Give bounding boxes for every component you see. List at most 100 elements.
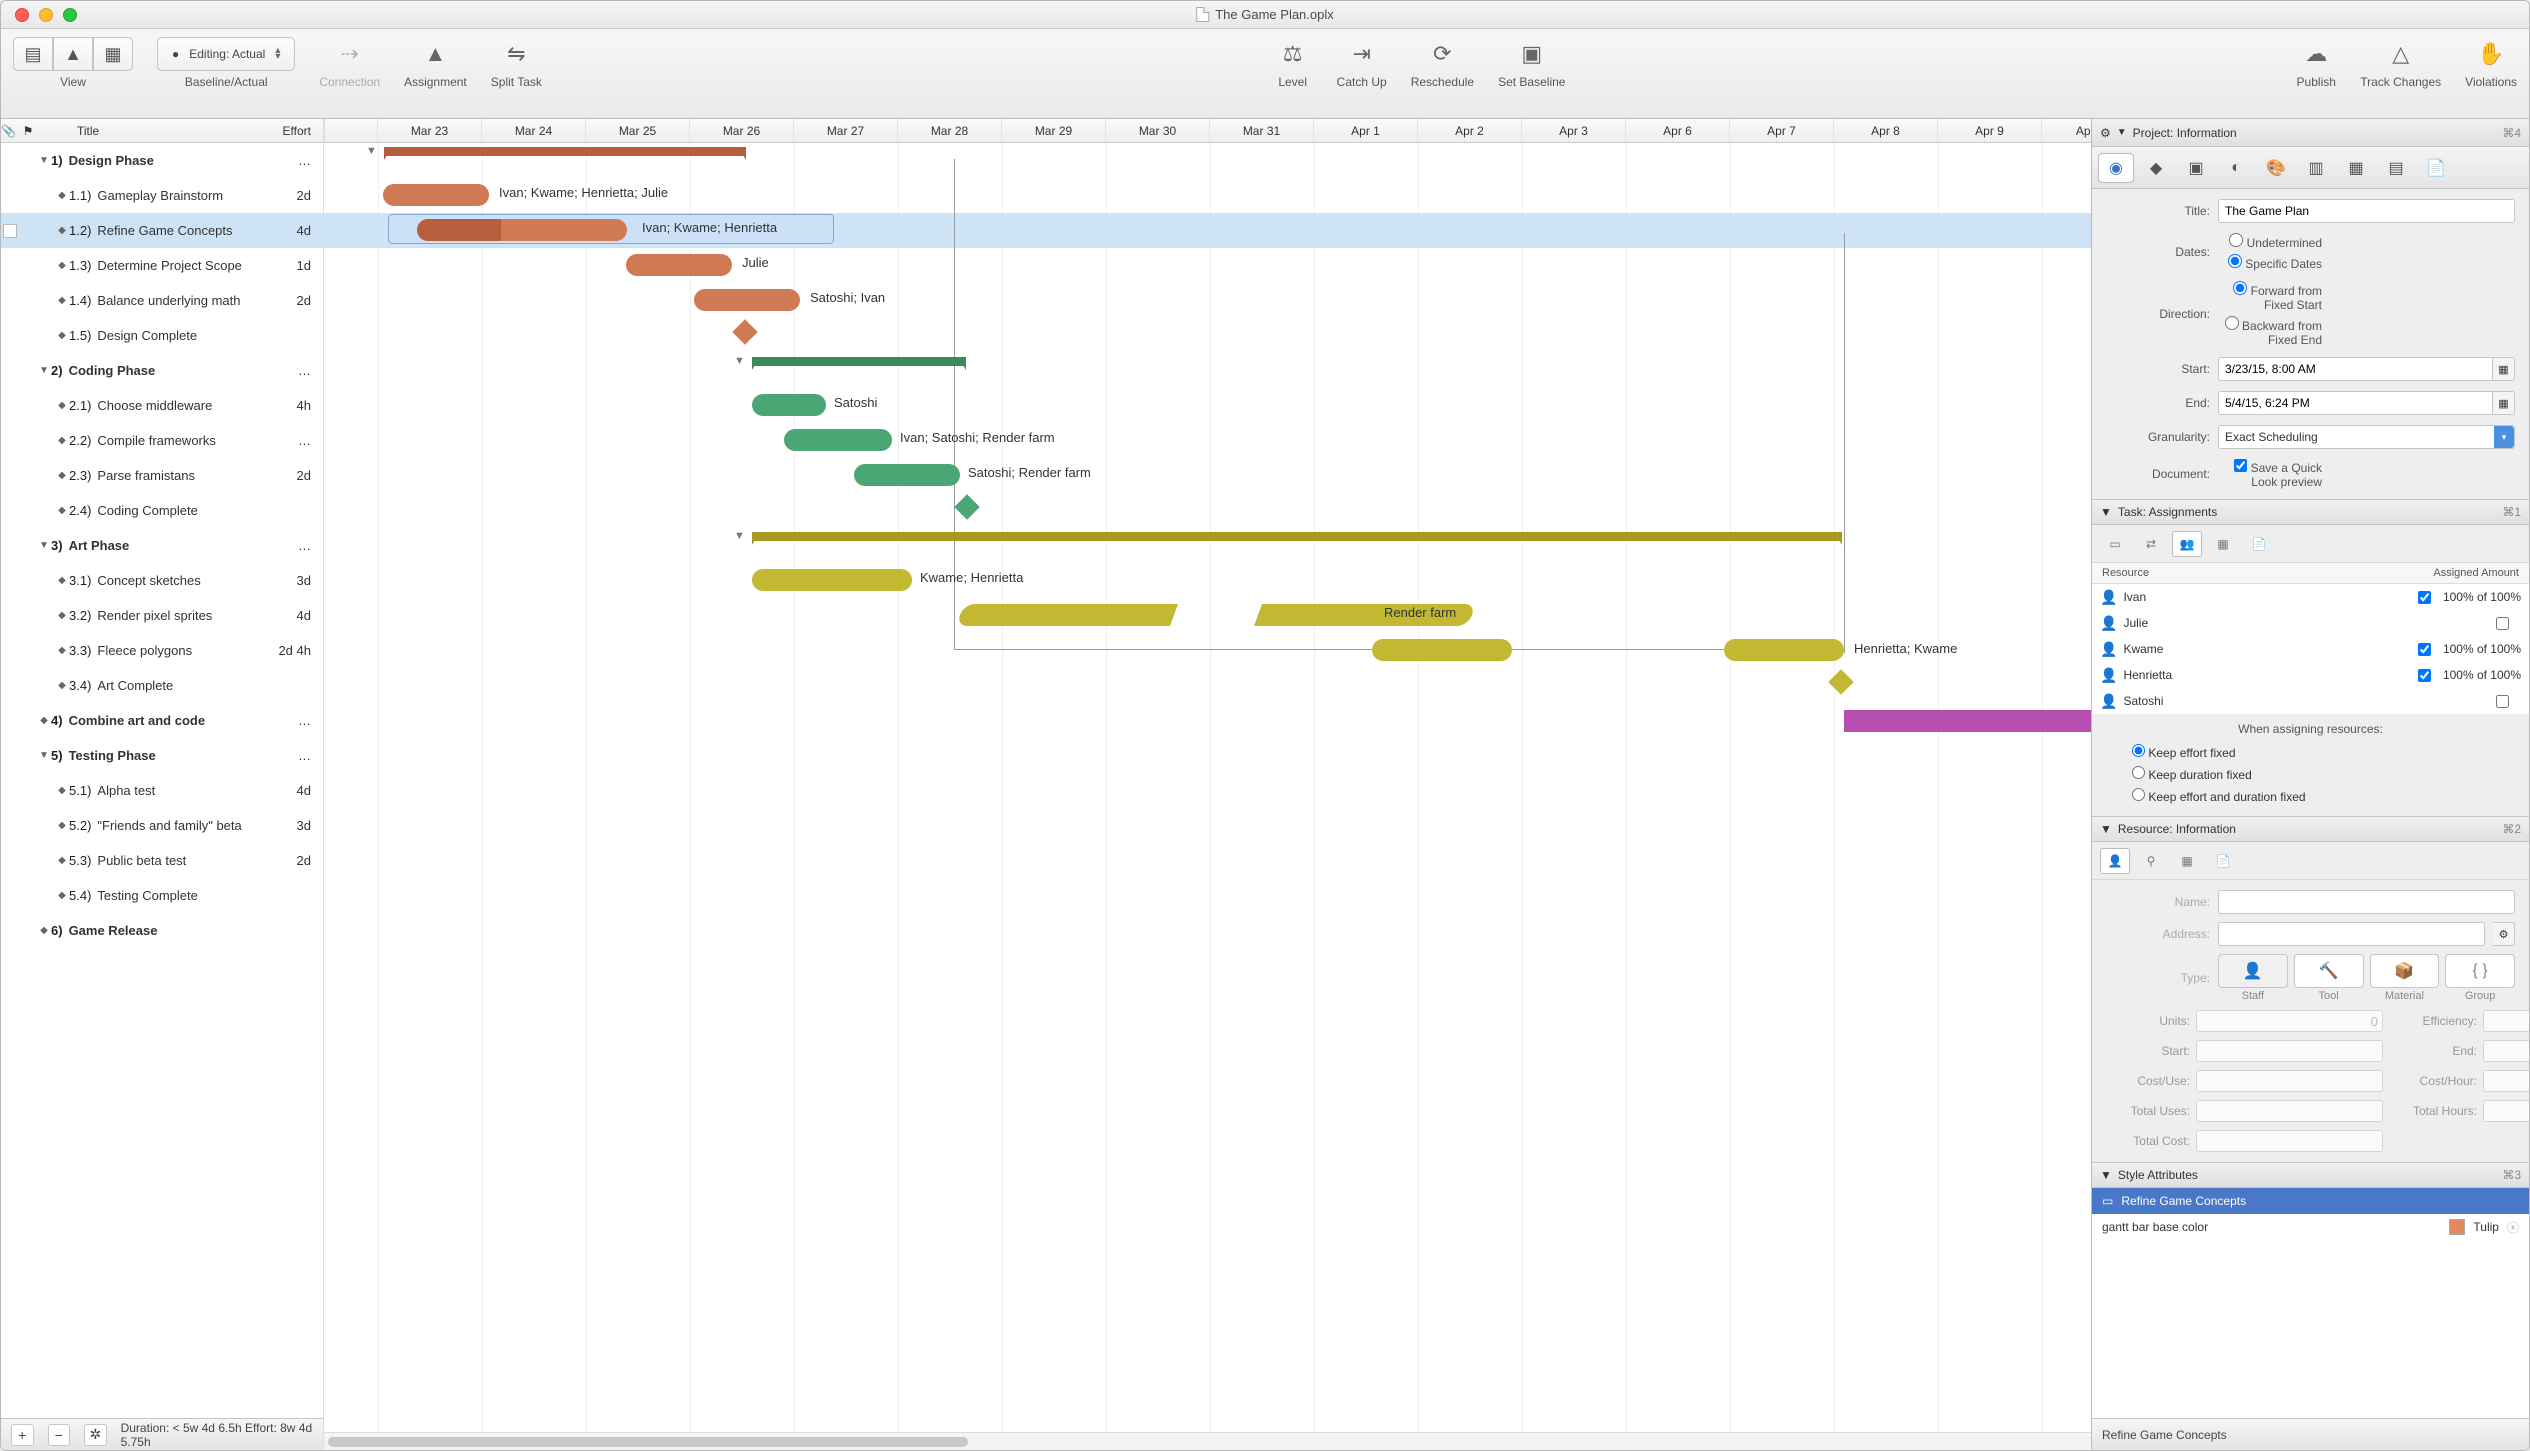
view-calendar-button[interactable]: ▦ <box>93 37 133 71</box>
row-checkbox[interactable] <box>3 224 17 238</box>
inspector-task-header[interactable]: ▼Task: Assignments⌘1 <box>2092 499 2529 525</box>
dates-undetermined-radio[interactable]: Undetermined <box>2218 233 2322 250</box>
resource-address-input[interactable] <box>2218 922 2485 946</box>
assignment-list[interactable]: 👤Ivan100% of 100%👤Julie👤Kwame100% of 100… <box>2092 584 2529 714</box>
disclosure-icon[interactable]: ▼ <box>366 145 377 157</box>
disclosure-icon[interactable]: ◆ <box>55 785 69 796</box>
minimize-window-button[interactable] <box>39 8 53 22</box>
disclosure-icon[interactable]: ◆ <box>55 400 69 411</box>
outline-row[interactable]: ◆5.4)Testing Complete <box>1 878 323 913</box>
disclosure-icon[interactable]: ◆ <box>37 715 51 726</box>
end-date-input[interactable] <box>2218 391 2493 415</box>
totuse-input[interactable] <box>2196 1100 2383 1122</box>
task-bar[interactable] <box>854 464 960 486</box>
catchup-button[interactable]: ⇥ Catch Up <box>1337 37 1387 89</box>
disclosure-icon[interactable]: ◆ <box>55 225 69 236</box>
task-bar[interactable] <box>784 429 892 451</box>
tab-8[interactable]: 📄 <box>2418 153 2454 183</box>
assign-checkbox[interactable] <box>2418 643 2431 656</box>
quicklook-checkbox[interactable]: Save a Quick Look preview <box>2218 459 2322 489</box>
efficiency-input[interactable] <box>2483 1010 2529 1032</box>
editing-segment[interactable]: ●Editing: Actual▴▾ <box>157 37 295 71</box>
disclosure-icon[interactable]: ◆ <box>55 295 69 306</box>
outline-row[interactable]: ◆1.2)Refine Game Concepts4d <box>1 213 323 248</box>
keep-both-radio[interactable]: Keep effort and duration fixed <box>2132 788 2515 804</box>
assignment-row[interactable]: 👤Henrietta100% of 100% <box>2092 662 2529 688</box>
disclosure-icon[interactable]: ◆ <box>55 820 69 831</box>
gantt-body[interactable]: ▼ Ivan; Kwame; Henrietta; Julie Ivan; Kw… <box>324 143 2091 1432</box>
add-task-button[interactable]: + <box>11 1424 34 1446</box>
outline-row[interactable]: ◆2.1)Choose middleware4h <box>1 388 323 423</box>
address-menu[interactable]: ⚙ <box>2493 922 2515 946</box>
tab-milestones[interactable]: ◆ <box>2138 153 2174 183</box>
resource-name-input[interactable] <box>2218 890 2515 914</box>
outline-row[interactable]: ◆1.3)Determine Project Scope1d <box>1 248 323 283</box>
disclosure-icon[interactable]: ▼ <box>37 540 51 551</box>
res-tab-2[interactable]: ⚲ <box>2136 848 2166 874</box>
task-bar[interactable] <box>694 289 800 311</box>
type-tool[interactable]: 🔨 <box>2294 954 2364 988</box>
track-changes-button[interactable]: △ Track Changes <box>2360 37 2441 89</box>
task-tab-assignments[interactable]: 👥 <box>2172 531 2202 557</box>
res-tab-4[interactable]: 📄 <box>2208 848 2238 874</box>
assign-checkbox[interactable] <box>2496 695 2509 708</box>
assign-checkbox[interactable] <box>2418 591 2431 604</box>
group-bar-design[interactable] <box>384 147 746 160</box>
disclosure-icon[interactable]: ◆ <box>55 260 69 271</box>
inspector-style-header[interactable]: ▼Style Attributes⌘3 <box>2092 1162 2529 1188</box>
type-material[interactable]: 📦 <box>2370 954 2440 988</box>
granularity-select[interactable]: Exact Scheduling▾ <box>2218 425 2515 449</box>
outline-row[interactable]: ◆4)Combine art and code… <box>1 703 323 738</box>
assign-checkbox[interactable] <box>2496 617 2509 630</box>
outline-row[interactable]: ▼5)Testing Phase… <box>1 738 323 773</box>
tab-7[interactable]: ▤ <box>2378 153 2414 183</box>
close-window-button[interactable] <box>15 8 29 22</box>
outline-row[interactable]: ◆2.2)Compile frameworks… <box>1 423 323 458</box>
violations-button[interactable]: ✋ Violations <box>2465 37 2517 89</box>
outline-row[interactable]: ◆3.3)Fleece polygons2d 4h <box>1 633 323 668</box>
tab-6[interactable]: ▦ <box>2338 153 2374 183</box>
assignment-row[interactable]: 👤Ivan100% of 100% <box>2092 584 2529 610</box>
disclosure-icon[interactable]: ◆ <box>55 610 69 621</box>
disclosure-icon[interactable]: ◆ <box>55 505 69 516</box>
outline-row[interactable]: ◆1.4)Balance underlying math2d <box>1 283 323 318</box>
disclosure-icon[interactable]: ▼ <box>734 530 745 542</box>
gear-icon[interactable]: ⚙ <box>2100 126 2111 140</box>
disclosure-icon[interactable]: ◆ <box>55 890 69 901</box>
outline-row[interactable]: ▼1)Design Phase… <box>1 143 323 178</box>
costuse-input[interactable] <box>2196 1070 2383 1092</box>
assignment-row[interactable]: 👤Julie <box>2092 610 2529 636</box>
task-bar[interactable] <box>626 254 732 276</box>
task-tab-2[interactable]: ⇄ <box>2136 531 2166 557</box>
disclosure-icon[interactable]: ▼ <box>37 155 51 166</box>
disclosure-icon[interactable]: ▼ <box>37 365 51 376</box>
disclosure-icon[interactable]: ◆ <box>55 645 69 656</box>
group-bar-art[interactable] <box>752 532 1842 545</box>
task-tab-1[interactable]: ▭ <box>2100 531 2130 557</box>
disclosure-icon[interactable]: ▼ <box>37 750 51 761</box>
task-bar[interactable] <box>752 569 912 591</box>
gantt-scrollbar[interactable] <box>324 1432 2091 1450</box>
set-baseline-button[interactable]: ▣ Set Baseline <box>1498 37 1565 89</box>
units-input[interactable] <box>2196 1010 2383 1032</box>
tab-3[interactable]: ◐ <box>2218 153 2254 183</box>
outline-row[interactable]: ◆1.5)Design Complete <box>1 318 323 353</box>
remove-task-button[interactable]: − <box>48 1424 71 1446</box>
clear-icon[interactable]: ⓧ <box>2507 1219 2519 1236</box>
outline-row[interactable]: ◆5.2)"Friends and family" beta3d <box>1 808 323 843</box>
disclosure-icon[interactable]: ◆ <box>55 470 69 481</box>
title-column[interactable]: Title <box>37 124 259 138</box>
style-task-row[interactable]: ▭ Refine Game Concepts <box>2092 1188 2529 1214</box>
task-bar-split-a[interactable] <box>956 604 1178 626</box>
disclosure-icon[interactable]: ▼ <box>2117 127 2127 138</box>
res-tab-info[interactable]: 👤 <box>2100 848 2130 874</box>
view-gantt-button[interactable]: ▤ <box>13 37 53 71</box>
task-bar[interactable] <box>1724 639 1844 661</box>
effort-column[interactable]: Effort <box>259 124 323 138</box>
dates-specific-radio[interactable]: Specific Dates <box>2218 254 2322 271</box>
assignment-row[interactable]: 👤Satoshi <box>2092 688 2529 714</box>
style-attribute-row[interactable]: gantt bar base color Tulip ⓧ <box>2092 1214 2529 1240</box>
disclosure-icon[interactable]: ◆ <box>55 680 69 691</box>
assign-checkbox[interactable] <box>2418 669 2431 682</box>
outline-row[interactable]: ◆5.1)Alpha test4d <box>1 773 323 808</box>
